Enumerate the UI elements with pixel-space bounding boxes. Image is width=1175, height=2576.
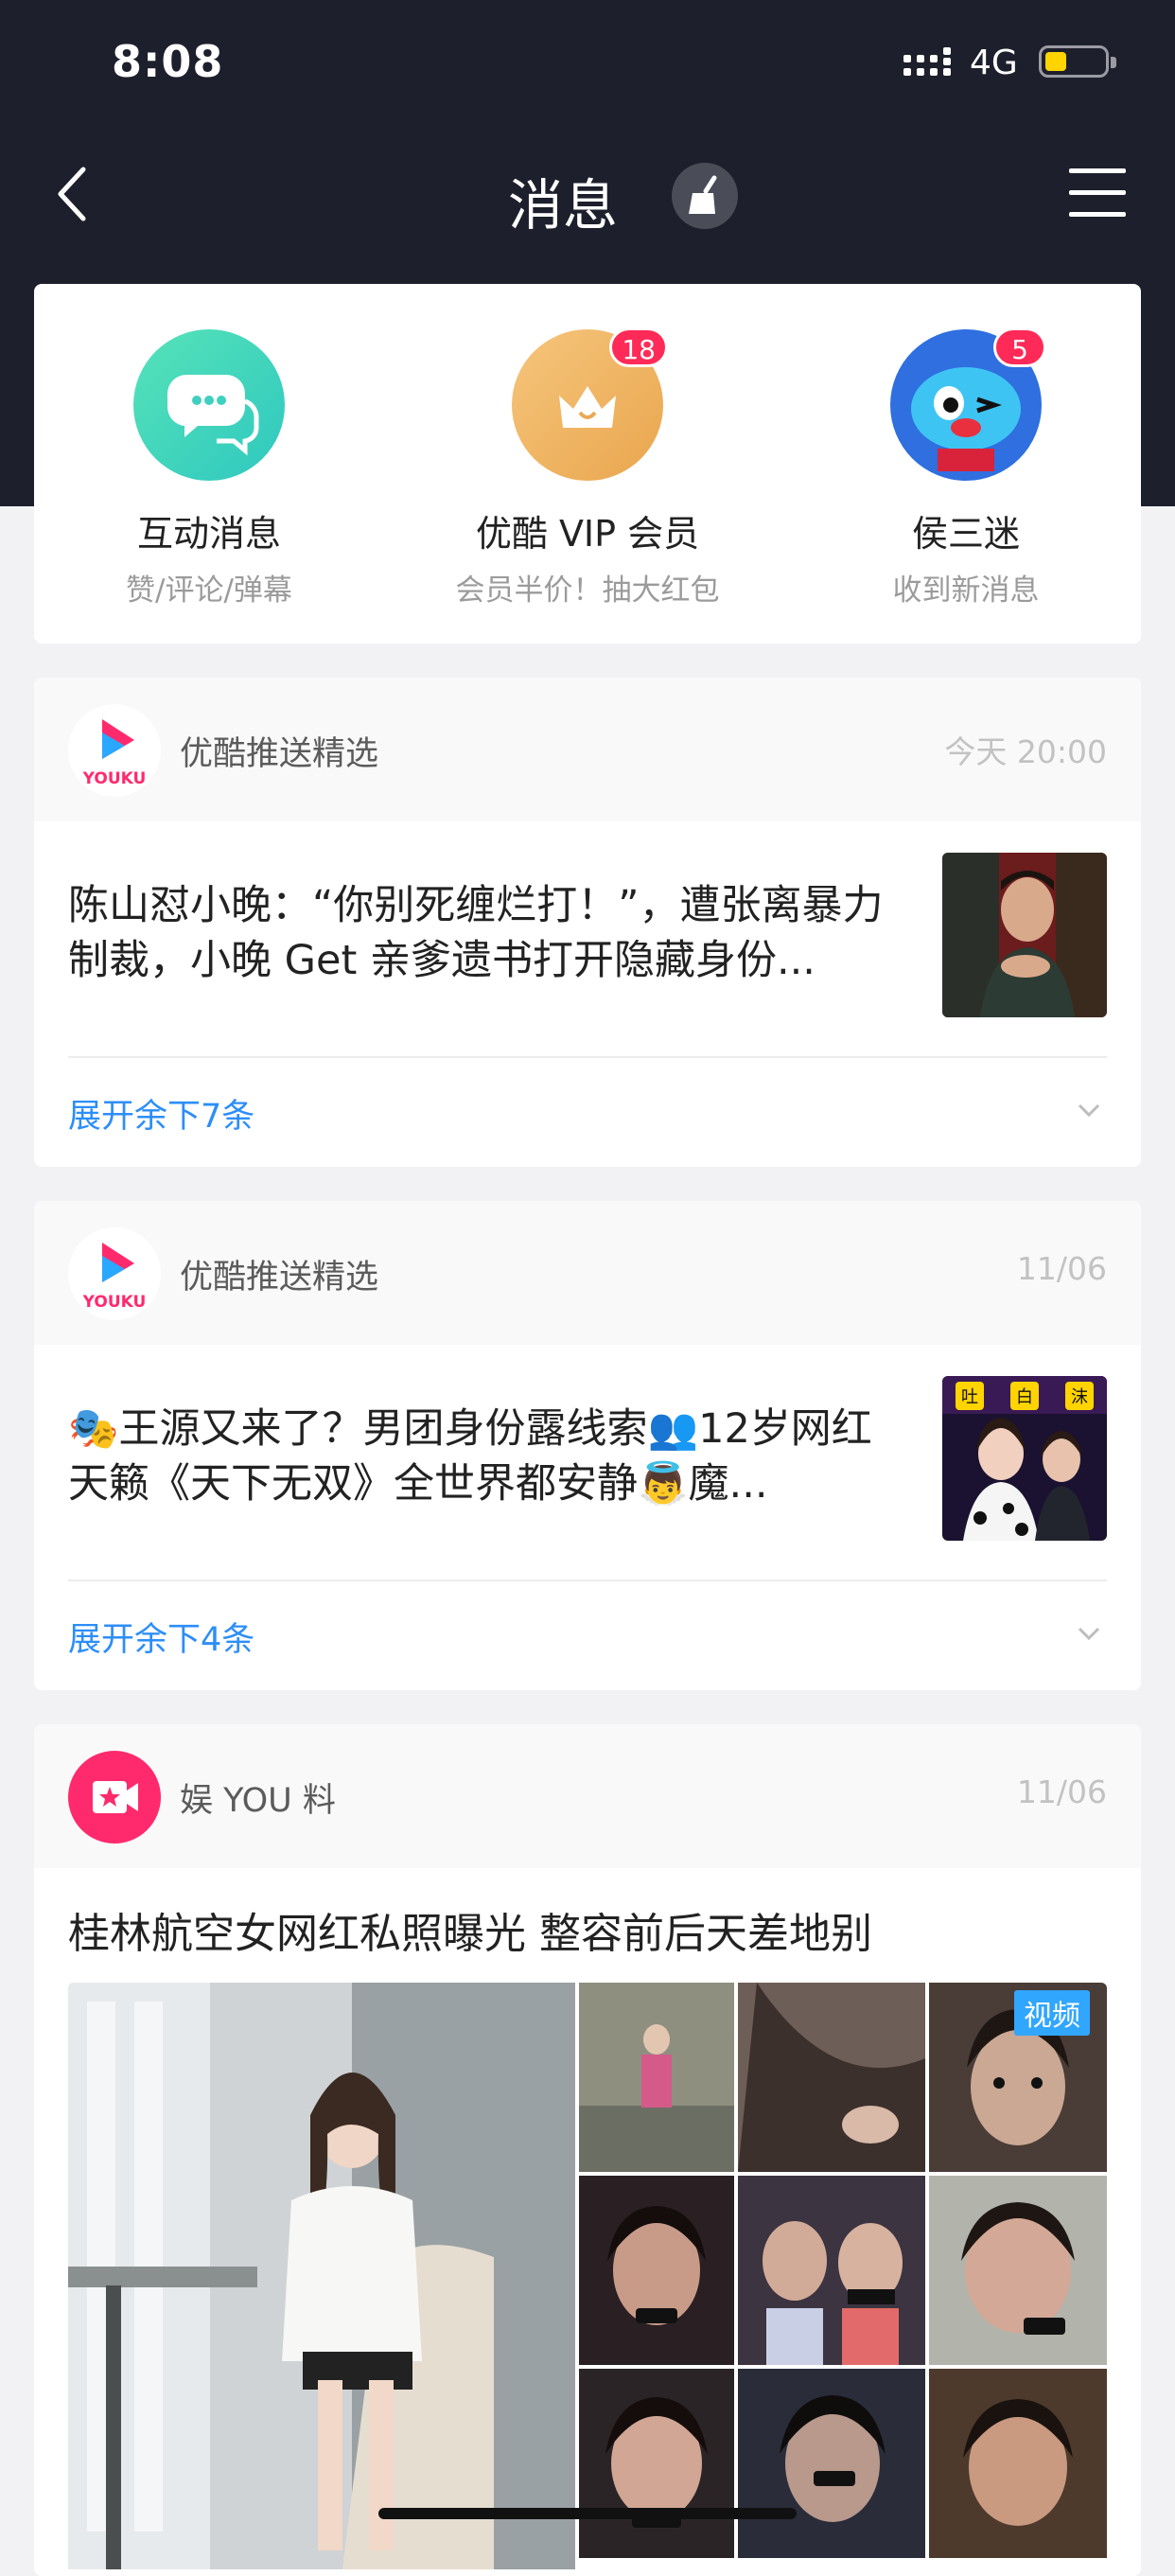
chevron-down-icon[interactable] [1077,1625,1101,1642]
divider [68,1056,1107,1058]
hou-badge: 5 [993,327,1046,367]
source-name: 娱 YOU 料 [180,1782,336,1820]
card-header: YOUKU 优酷推送精选 今天 20:00 [34,678,1141,821]
vip-member-item[interactable]: 18 优酷 VIP 会员 会员半价！抽大红包 [417,327,758,609]
push-message-card[interactable]: YOUKU 优酷推送精选 今天 20:00 陈山怼小晚：“你别死缠烂打！”，遭张… [34,678,1141,1167]
main-photo[interactable] [68,1983,575,2569]
youku-logo-text: YOUKU [82,1293,147,1312]
expand-more-link[interactable]: 展开余下4条 [68,1613,254,1661]
quick-action-sub: 收到新消息 [892,573,1040,608]
youku-logo: YOUKU [68,1227,161,1320]
gallery-photo[interactable] [579,2369,734,2558]
gallery-photo[interactable] [738,1983,925,2172]
quick-action-label: 互动消息 [136,513,281,555]
message-text[interactable]: 陈山怼小晚：“你别死缠烂打！”，遭张离暴力制裁，小晚 Get 亲爹遗书打开隐藏身… [68,878,901,988]
message-time: 11/06 [1016,1250,1107,1287]
network-type: 4G [970,44,1018,82]
gallery-photo[interactable] [738,2176,925,2365]
chevron-down-icon[interactable] [1077,1102,1101,1119]
status-bar: 8:08 4G [0,0,1175,128]
page-title: 消息 [507,173,618,238]
quick-actions-card: 互动消息 赞/评论/弹幕 18 优酷 VIP 会员 会员半价！抽大红包 5 侯三… [34,284,1141,644]
message-title[interactable]: 桂林航空女网红私照曝光 整容前后天差地别 [68,1899,872,1960]
quick-action-sub: 赞/评论/弹幕 [126,573,292,608]
quick-action-label: 侯三迷 [911,513,1020,555]
gallery-photo[interactable] [738,2369,925,2558]
message-text[interactable]: 🎭王源又来了？男团身份露线索👥12岁网红天籁《天下无双》全世界都安静👼魔... [68,1402,901,1511]
message-thumbnail[interactable] [942,853,1107,1017]
quick-action-sub: 会员半价！抽大红包 [455,573,720,608]
home-indicator[interactable] [378,2508,797,2519]
thumb-caption-2: 白 [1016,1387,1033,1407]
message-time: 今天 20:00 [944,733,1107,770]
menu-icon[interactable] [1069,168,1126,218]
gallery-photo[interactable]: 视频 [929,1983,1107,2172]
image-gallery[interactable]: 视频 [68,1983,1107,2569]
message-thumbnail[interactable]: 吐 白 沫 [942,1376,1107,1541]
broom-icon [689,175,717,214]
battery-icon [1039,45,1116,78]
entertainment-message-card[interactable]: 娱 YOU 料 11/06 桂林航空女网红私照曝光 整容前后天差地别 视频 [34,1724,1141,2576]
clear-messages-button[interactable] [672,163,738,229]
youku-logo: YOUKU [68,704,161,797]
quick-action-label: 优酷 VIP 会员 [475,513,700,555]
gallery-photo[interactable] [929,2369,1107,2558]
thumb-caption-1: 吐 [961,1387,978,1407]
hou-sanmi-item[interactable]: 5 侯三迷 收到新消息 [796,327,1136,609]
source-name: 优酷推送精选 [180,735,379,773]
card-header: YOUKU 优酷推送精选 11/06 [34,1201,1141,1345]
expand-more-link[interactable]: 展开余下7条 [68,1089,254,1138]
divider [68,1579,1107,1581]
crown-icon: 18 [512,327,668,481]
signal-icon [903,47,951,76]
chat-bubble-icon [133,329,285,481]
gallery-photo[interactable] [579,1983,734,2172]
interaction-messages-item[interactable]: 互动消息 赞/评论/弹幕 [39,329,379,609]
push-message-card[interactable]: YOUKU 优酷推送精选 11/06 🎭王源又来了？男团身份露线索👥12岁网红天… [34,1201,1141,1690]
navigation-bar: 消息 [0,132,1175,256]
youku-logo-text: YOUKU [82,769,147,788]
source-name: 优酷推送精选 [180,1259,379,1297]
gallery-photo[interactable] [579,2176,734,2365]
status-time: 8:08 [112,36,224,87]
mascot-avatar: 5 [890,327,1046,481]
card-header: 娱 YOU 料 11/06 [34,1724,1141,1868]
thumb-caption-3: 沫 [1071,1387,1088,1407]
vip-badge: 18 [609,327,668,367]
video-badge: 视频 [1014,1990,1090,2036]
gallery-photo[interactable] [929,2176,1107,2365]
message-time: 11/06 [1016,1773,1107,1810]
ent-channel-icon [68,1751,161,1844]
